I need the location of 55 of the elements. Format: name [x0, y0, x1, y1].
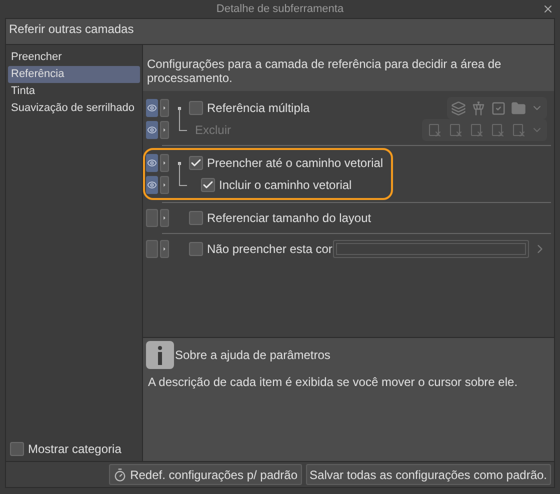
reset-defaults-button[interactable]: Redef. configurações p/ padrão: [109, 464, 302, 485]
tower-icon[interactable]: [471, 100, 486, 116]
visibility-slot[interactable]: [146, 209, 158, 227]
category-item[interactable]: Suavização de serrilhado: [8, 100, 140, 117]
category-item[interactable]: Tinta: [8, 83, 140, 100]
play-icon: [161, 104, 168, 112]
expand-toggle[interactable]: [160, 121, 169, 139]
play-icon: [161, 159, 168, 167]
expand-toggle[interactable]: [160, 176, 169, 194]
info-icon: [146, 341, 174, 369]
expand-toggle[interactable]: [160, 99, 169, 117]
close-icon[interactable]: [542, 3, 554, 15]
play-icon: [161, 245, 168, 253]
eye-icon: [147, 158, 157, 168]
eye-icon: [147, 180, 157, 190]
expand-toggle[interactable]: [160, 240, 169, 258]
color-field[interactable]: [333, 240, 529, 258]
checkbox[interactable]: [10, 442, 24, 456]
play-icon: [161, 181, 168, 189]
visibility-toggle[interactable]: [146, 154, 158, 172]
visibility-slot[interactable]: [146, 240, 158, 258]
checkbox-label: Mostrar categoria: [28, 441, 122, 458]
option-label: Referenciar tamanho do layout: [207, 210, 372, 227]
checkbox[interactable]: [189, 101, 203, 115]
checkbox[interactable]: [189, 156, 203, 170]
visibility-toggle[interactable]: [146, 176, 158, 194]
checkbox-icon[interactable]: [491, 100, 506, 116]
option-label: Referência múltipla: [207, 100, 310, 117]
eye-icon: [147, 103, 157, 113]
play-icon: [161, 214, 168, 222]
reset-icon: [113, 468, 128, 482]
folder-icon[interactable]: [511, 100, 526, 116]
checkbox[interactable]: [189, 242, 203, 256]
tool-name-field[interactable]: Referir outras camadas: [6, 19, 554, 45]
save-defaults-button[interactable]: Salvar todas as configurações como padrão.: [306, 464, 551, 485]
help-text: A descrição de cada item é exibida se você mover o cursor sobre ele.: [147, 374, 519, 391]
check-icon: [202, 179, 214, 191]
category-item[interactable]: Preencher: [8, 49, 140, 66]
checkbox[interactable]: [201, 178, 215, 192]
visibility-toggle[interactable]: [146, 99, 158, 117]
help-title: Sobre a ajuda de parâmetros: [175, 347, 330, 364]
check-icon: [190, 157, 202, 169]
play-icon: [161, 126, 168, 134]
eye-icon: [147, 125, 157, 135]
window-title: Detalhe de subferramenta: [216, 2, 344, 17]
category-description: Configurações para a camada de referência para decidir a área de processamento.: [143, 45, 554, 91]
option-label: Incluir o caminho vetorial: [219, 177, 352, 194]
expand-toggle[interactable]: [160, 154, 169, 172]
category-item[interactable]: Referência: [8, 66, 140, 83]
option-label: Excluir: [195, 122, 232, 139]
checkbox[interactable]: [189, 211, 203, 225]
option-label: Preencher até o caminho vetorial: [207, 155, 384, 172]
expand-toggle[interactable]: [160, 209, 169, 227]
layers-icon[interactable]: [451, 100, 466, 116]
option-label: Não preencher esta cor: [207, 241, 332, 258]
